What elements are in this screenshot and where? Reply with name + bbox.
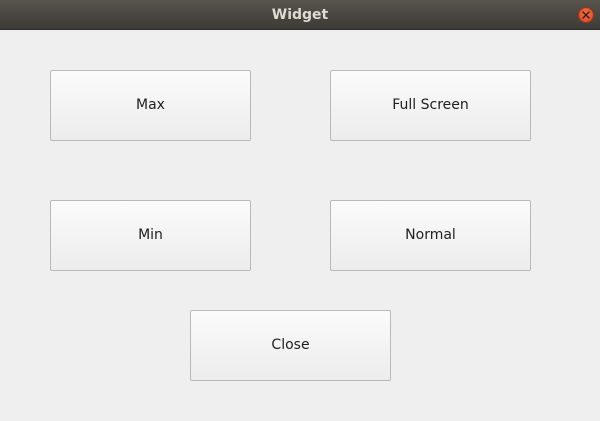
title-bar[interactable]: Widget (0, 0, 600, 30)
close-window-button[interactable] (578, 7, 594, 23)
close-button[interactable]: Close (190, 310, 391, 381)
normal-button[interactable]: Normal (330, 200, 531, 271)
min-button[interactable]: Min (50, 200, 251, 271)
close-icon (582, 11, 590, 19)
widget-window: Widget Max Full Screen Min Normal Close (0, 0, 600, 421)
max-button[interactable]: Max (50, 70, 251, 141)
full-screen-button[interactable]: Full Screen (330, 70, 531, 141)
window-title: Widget (271, 7, 329, 23)
